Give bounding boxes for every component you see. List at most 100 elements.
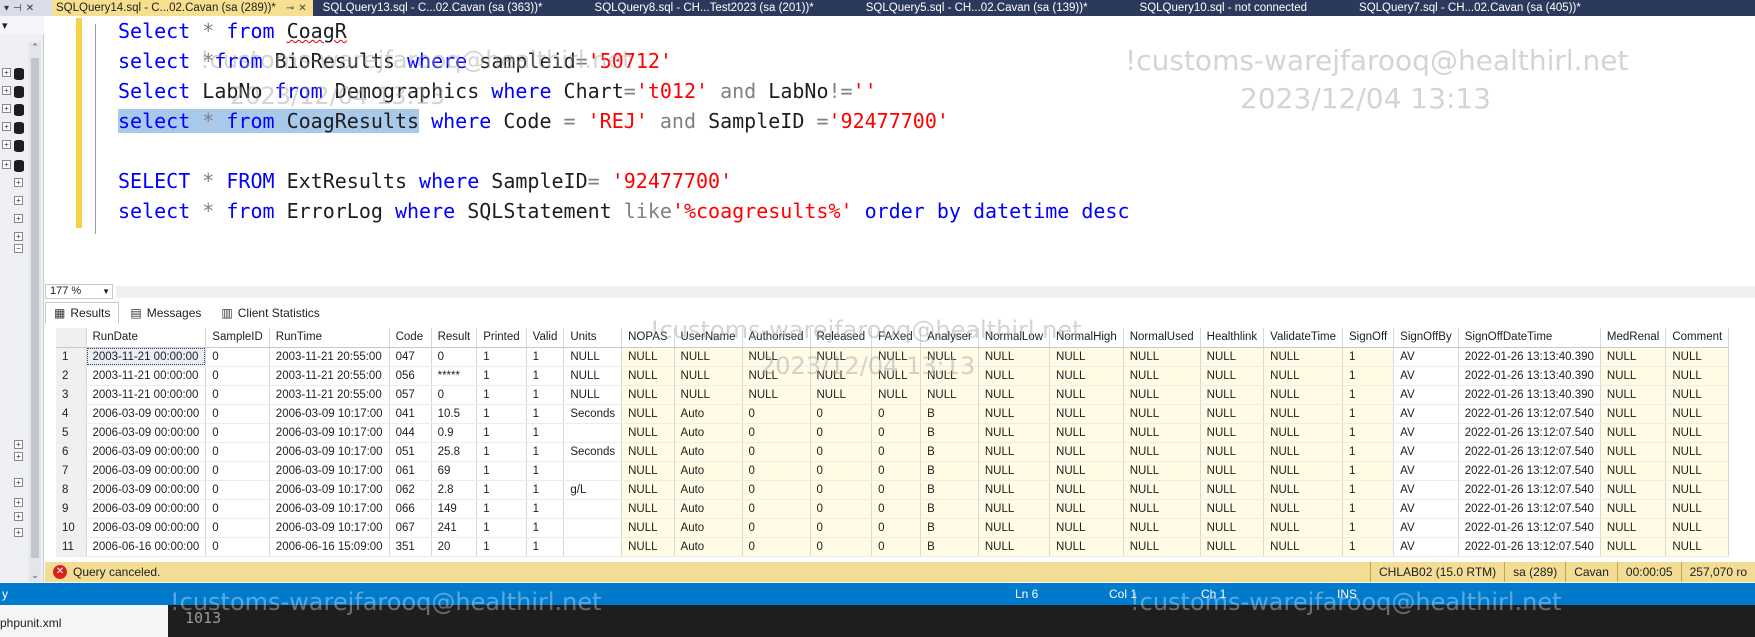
- table-cell[interactable]: NULL: [1123, 404, 1201, 424]
- table-cell[interactable]: NULL: [1123, 499, 1201, 519]
- table-cell[interactable]: NULL: [1600, 385, 1667, 405]
- object-explorer-scrollbar[interactable]: ⌃ ⌄: [29, 42, 41, 582]
- table-cell[interactable]: [563, 423, 623, 443]
- table-cell[interactable]: NULL: [1665, 442, 1730, 462]
- table-row[interactable]: 7 2006-03-09 00:00:00 0 2006-03-09 10:17:00…: [56, 461, 1730, 481]
- table-cell[interactable]: 2003-11-21 20:55:00: [269, 385, 390, 405]
- table-cell[interactable]: 0: [205, 366, 270, 386]
- column-header[interactable]: NormalLow: [978, 328, 1051, 348]
- table-cell[interactable]: NULL: [1600, 499, 1667, 519]
- table-cell[interactable]: 1: [526, 518, 565, 538]
- code-line[interactable]: select *from BioResults where sampleid='…: [118, 46, 1130, 76]
- table-cell[interactable]: NULL: [1665, 404, 1730, 424]
- table-cell[interactable]: NULL: [621, 518, 675, 538]
- table-cell[interactable]: NULL: [1263, 404, 1343, 424]
- table-cell[interactable]: NULL: [978, 480, 1051, 500]
- code-line[interactable]: SELECT * FROM ExtResults where SampleID=…: [118, 166, 1130, 196]
- code-line[interactable]: select * from ErrorLog where SQLStatemen…: [118, 196, 1130, 226]
- table-cell[interactable]: B: [920, 537, 979, 557]
- table-cell[interactable]: 1: [526, 499, 565, 519]
- table-row[interactable]: 5 2006-03-09 00:00:00 0 2006-03-09 10:17:00…: [56, 423, 1730, 443]
- table-cell[interactable]: NULL: [621, 366, 675, 386]
- table-cell[interactable]: 0: [205, 347, 270, 367]
- table-cell[interactable]: g/L: [563, 480, 623, 500]
- tree-expand-icon[interactable]: +: [14, 196, 23, 205]
- table-cell[interactable]: 2006-03-09 00:00:00: [86, 442, 207, 462]
- table-cell[interactable]: 0: [742, 480, 811, 500]
- table-cell[interactable]: 2006-03-09 10:17:00: [269, 423, 390, 443]
- table-cell[interactable]: NULL: [1600, 442, 1667, 462]
- table-cell[interactable]: 2006-03-09 00:00:00: [86, 461, 207, 481]
- column-header[interactable]: NOPAS: [621, 328, 675, 348]
- table-cell[interactable]: NULL: [674, 385, 743, 405]
- tree-expand-icon[interactable]: +: [14, 478, 23, 487]
- table-cell[interactable]: 10.5: [431, 404, 478, 424]
- table-cell[interactable]: NULL: [1263, 347, 1343, 367]
- table-cell[interactable]: 20: [431, 537, 478, 557]
- table-cell[interactable]: 0: [742, 461, 811, 481]
- table-cell[interactable]: 1: [1342, 499, 1395, 519]
- table-cell[interactable]: NULL: [621, 385, 675, 405]
- table-cell[interactable]: 2006-03-09 00:00:00: [86, 499, 207, 519]
- table-cell[interactable]: NULL: [1049, 442, 1124, 462]
- table-cell[interactable]: B: [920, 499, 979, 519]
- table-cell[interactable]: 2006-03-09 10:17:00: [269, 442, 390, 462]
- table-cell[interactable]: 1: [1342, 461, 1395, 481]
- table-cell[interactable]: 0: [205, 404, 270, 424]
- table-cell[interactable]: 2006-03-09 00:00:00: [86, 480, 207, 500]
- table-cell[interactable]: Auto: [674, 480, 743, 500]
- table-cell[interactable]: NULL: [1200, 518, 1265, 538]
- table-row[interactable]: 3 2003-11-21 00:00:00 0 2003-11-21 20:55:00…: [56, 385, 1730, 405]
- table-cell[interactable]: NULL: [1665, 347, 1730, 367]
- table-cell[interactable]: NULL: [563, 366, 623, 386]
- row-number-header[interactable]: [56, 328, 87, 348]
- table-cell[interactable]: NULL: [1665, 423, 1730, 443]
- table-cell[interactable]: NULL: [810, 347, 873, 367]
- table-cell[interactable]: 0: [871, 518, 922, 538]
- tree-expand-icon[interactable]: +: [14, 178, 23, 187]
- table-cell[interactable]: 2006-03-09 00:00:00: [86, 518, 207, 538]
- column-header[interactable]: Result: [431, 328, 478, 348]
- table-cell[interactable]: 2022-01-26 13:12:07.540: [1458, 499, 1601, 519]
- tree-expand-icon[interactable]: +: [2, 104, 11, 113]
- table-cell[interactable]: 0: [742, 537, 811, 557]
- table-cell[interactable]: 0: [431, 385, 478, 405]
- table-cell[interactable]: 1: [476, 347, 527, 367]
- table-cell[interactable]: 0: [871, 480, 922, 500]
- tab-results[interactable]: ▦ Results: [45, 302, 120, 324]
- code-line[interactable]: select * from CoagResults where Code = '…: [118, 106, 1130, 136]
- tree-expand-icon[interactable]: +: [2, 68, 11, 77]
- row-number[interactable]: 3: [56, 385, 87, 405]
- close-tab-icon[interactable]: ✕: [298, 3, 306, 14]
- table-cell[interactable]: 0: [205, 499, 270, 519]
- code-line[interactable]: [118, 136, 1130, 166]
- table-cell[interactable]: 1: [476, 499, 527, 519]
- table-cell[interactable]: [563, 518, 623, 538]
- table-cell[interactable]: NULL: [1049, 518, 1124, 538]
- tree-expand-icon[interactable]: +: [14, 214, 23, 223]
- table-cell[interactable]: 1: [476, 423, 527, 443]
- table-cell[interactable]: NULL: [1263, 423, 1343, 443]
- table-cell[interactable]: NULL: [1049, 366, 1124, 386]
- table-cell[interactable]: B: [920, 518, 979, 538]
- table-cell[interactable]: NULL: [621, 347, 675, 367]
- table-cell[interactable]: 1: [476, 385, 527, 405]
- table-cell[interactable]: 0: [742, 442, 811, 462]
- column-header[interactable]: FAXed: [871, 328, 922, 348]
- row-number[interactable]: 1: [56, 347, 87, 367]
- table-cell[interactable]: 1: [1342, 366, 1395, 386]
- row-number[interactable]: 10: [56, 518, 87, 538]
- scroll-up-icon[interactable]: ⌃: [29, 42, 41, 54]
- table-cell[interactable]: NULL: [1665, 499, 1730, 519]
- table-cell[interactable]: [563, 461, 623, 481]
- row-number[interactable]: 11: [56, 537, 87, 557]
- tree-expand-icon[interactable]: +: [14, 452, 23, 461]
- table-cell[interactable]: 0: [810, 518, 873, 538]
- table-cell[interactable]: 0: [810, 423, 873, 443]
- table-cell[interactable]: NULL: [978, 461, 1051, 481]
- table-cell[interactable]: NULL: [1049, 347, 1124, 367]
- table-cell[interactable]: 2006-03-09 00:00:00: [86, 423, 207, 443]
- column-header[interactable]: SignOffBy: [1393, 328, 1459, 348]
- table-cell[interactable]: 1: [526, 366, 565, 386]
- table-cell[interactable]: B: [920, 442, 979, 462]
